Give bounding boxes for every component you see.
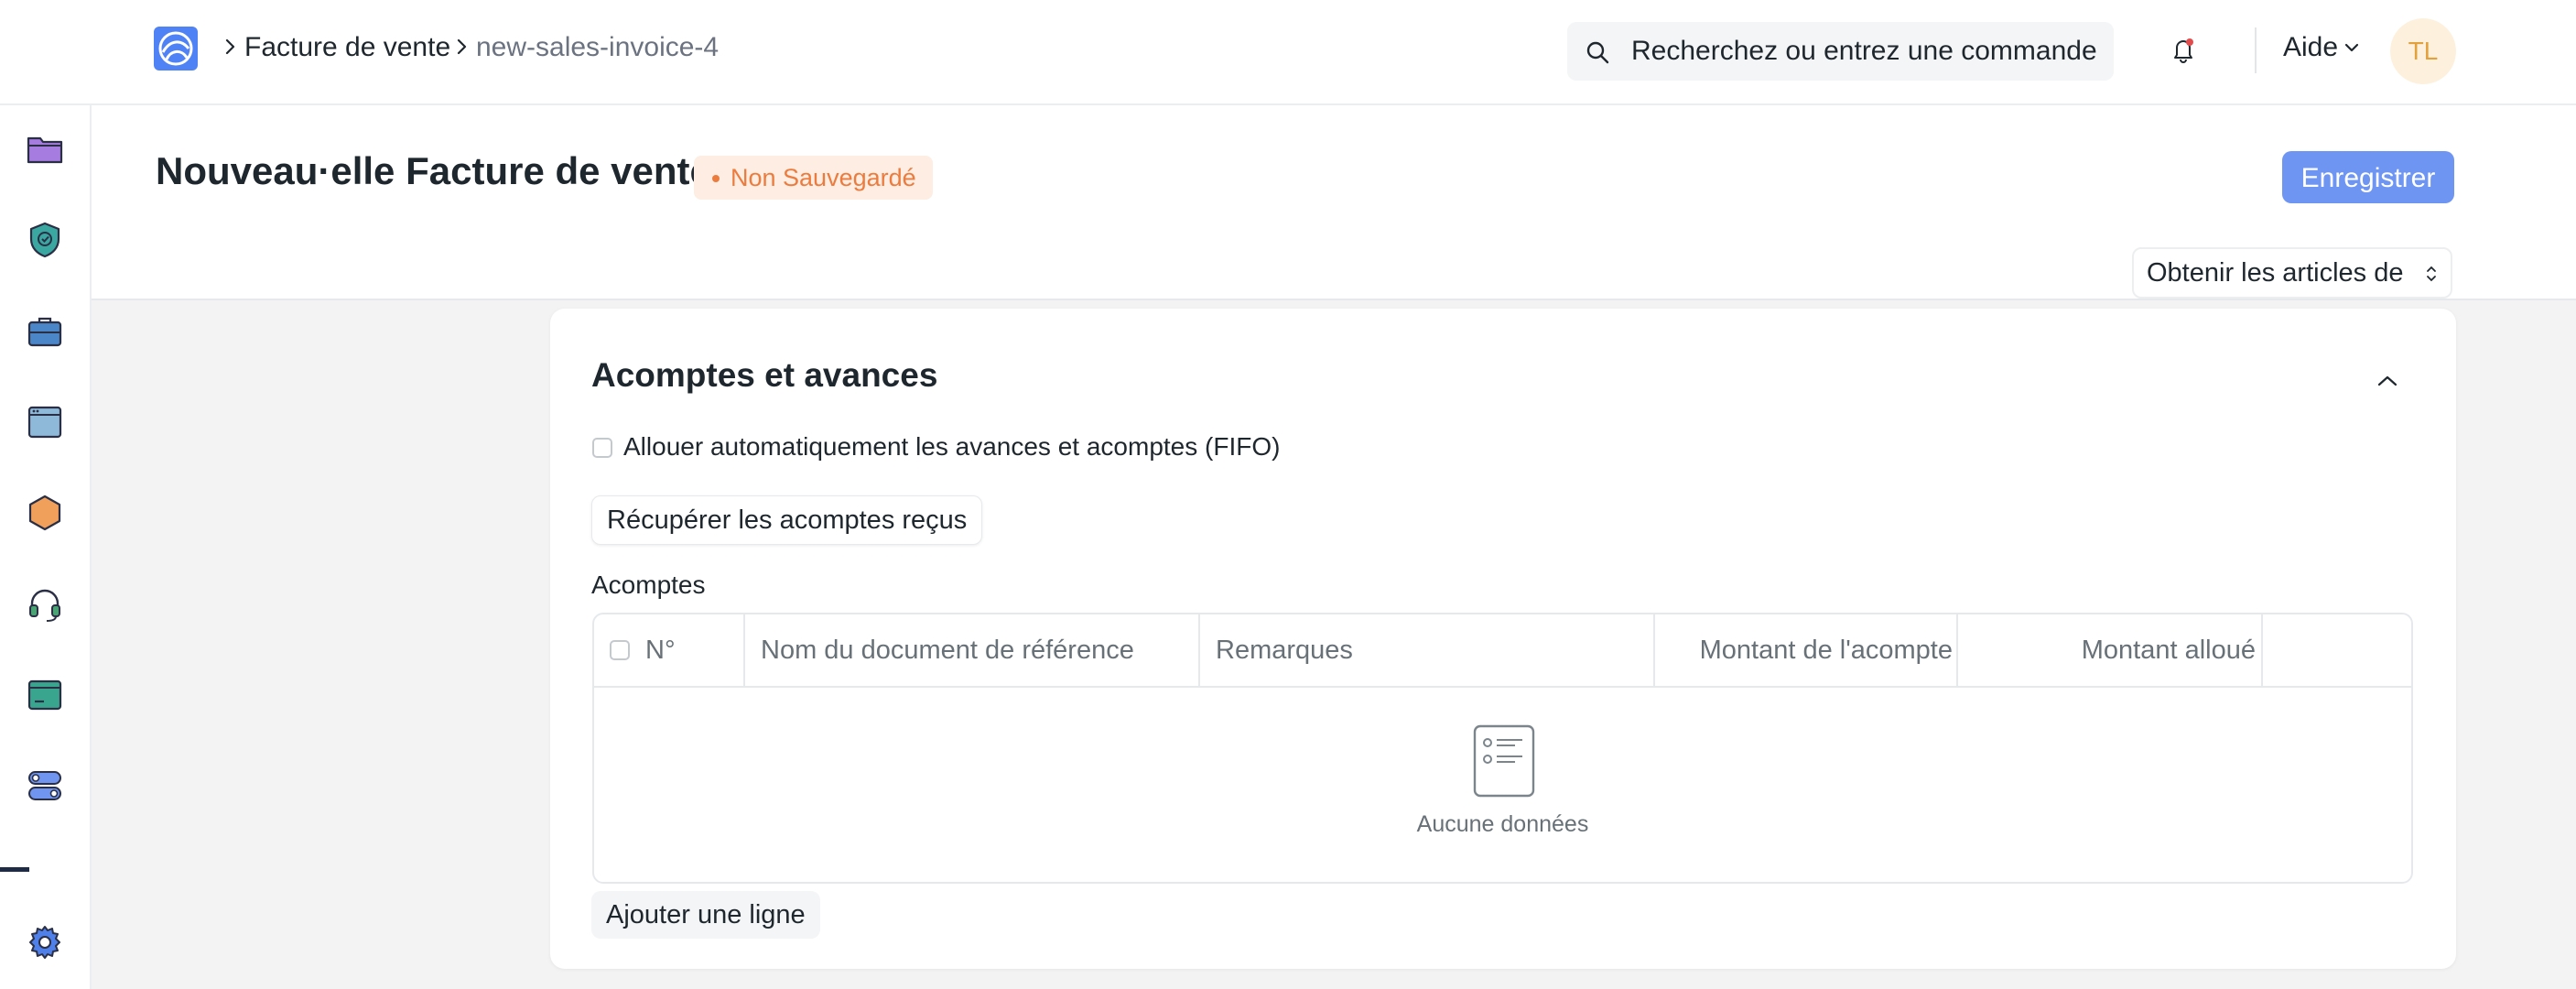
table-header: N° Nom du document de référence Remarque… xyxy=(594,614,2411,688)
window-icon[interactable] xyxy=(26,403,64,441)
fetch-advances-button[interactable]: Récupérer les acomptes reçus xyxy=(591,495,983,545)
search-placeholder: Recherchez ou entrez une commande xyxy=(1631,36,2097,66)
column-divider xyxy=(743,614,745,686)
column-header-reference: Nom du document de référence xyxy=(761,636,1134,665)
chevron-right-icon xyxy=(225,38,235,55)
shield-check-icon[interactable] xyxy=(26,221,64,259)
column-divider xyxy=(1198,614,1200,686)
column-header-remarks: Remarques xyxy=(1216,636,1353,665)
save-button[interactable]: Enregistrer xyxy=(2282,151,2454,203)
search-input[interactable]: Recherchez ou entrez une commande xyxy=(1567,22,2114,81)
add-row-button[interactable]: Ajouter une ligne xyxy=(591,891,820,939)
column-header-no: N° xyxy=(645,636,676,665)
sidebar-active-indicator xyxy=(0,867,29,872)
column-header-allocated-amount: Montant alloué xyxy=(2081,636,2256,665)
get-items-label: Obtenir les articles de xyxy=(2147,258,2404,288)
top-navbar: Facture de vente new-sales-invoice-4 Rec… xyxy=(0,0,2576,105)
breadcrumb-sales-invoice[interactable]: Facture de vente xyxy=(244,31,450,64)
navbar-divider xyxy=(2255,27,2257,73)
empty-state-text: Aucune données xyxy=(1416,811,1589,837)
sort-arrows-icon xyxy=(2427,266,2436,282)
breadcrumb-current-document[interactable]: new-sales-invoice-4 xyxy=(476,31,719,64)
folder-icon[interactable] xyxy=(26,130,64,168)
advances-table: N° Nom du document de référence Remarque… xyxy=(592,613,2413,884)
gear-icon[interactable] xyxy=(26,923,64,962)
chevron-right-icon xyxy=(457,38,467,55)
toggle-icon[interactable] xyxy=(26,766,64,805)
sidebar xyxy=(0,105,92,989)
status-badge: Non Sauvegardé xyxy=(694,156,933,200)
chevron-down-icon[interactable] xyxy=(2343,40,2361,55)
headset-icon[interactable] xyxy=(26,585,64,624)
help-dropdown[interactable]: Aide xyxy=(2283,31,2338,64)
notification-bell-icon[interactable] xyxy=(2170,35,2197,64)
column-header-advance-amount: Montant de l'acompte xyxy=(1699,636,1953,665)
fifo-checkbox[interactable] xyxy=(592,438,612,458)
advances-table-label: Acomptes xyxy=(591,571,706,599)
page-title: Nouveau·elle Facture de vente xyxy=(156,149,711,192)
column-divider xyxy=(2261,614,2263,686)
select-all-checkbox[interactable] xyxy=(610,640,630,660)
terminal-icon[interactable] xyxy=(26,676,64,714)
hexagon-icon[interactable] xyxy=(26,494,64,532)
get-items-from-dropdown[interactable]: Obtenir les articles de xyxy=(2132,247,2452,299)
chevron-up-icon[interactable] xyxy=(2376,373,2399,389)
app-logo-icon[interactable] xyxy=(154,27,198,71)
search-icon xyxy=(1586,41,1609,64)
user-avatar[interactable]: TL xyxy=(2390,18,2456,84)
advances-section-card: Acomptes et avances Allouer automatiquem… xyxy=(550,309,2456,969)
briefcase-icon[interactable] xyxy=(26,312,64,351)
fifo-label: Allouer automatiquement les avances et a… xyxy=(623,432,1281,461)
section-title: Acomptes et avances xyxy=(591,356,938,394)
page-header: Nouveau·elle Facture de vente Non Sauveg… xyxy=(92,105,2576,300)
empty-list-icon xyxy=(1473,724,1535,798)
